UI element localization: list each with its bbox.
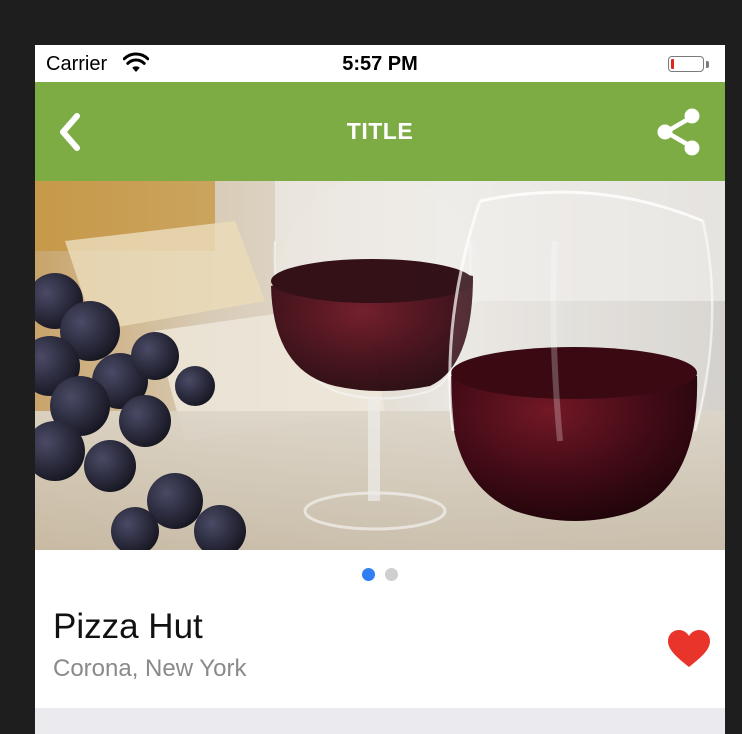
phone-screen: Carrier 5:57 PM TITLE Pizza Hut Corona, … xyxy=(35,45,725,734)
page-dot-active[interactable] xyxy=(362,568,375,581)
section-divider xyxy=(35,708,725,734)
navigation-bar: TITLE xyxy=(35,82,725,181)
status-bar: Carrier 5:57 PM xyxy=(35,45,725,82)
hero-image[interactable] xyxy=(35,181,725,550)
page-dot[interactable] xyxy=(385,568,398,581)
battery-tip xyxy=(706,61,709,68)
heart-icon[interactable] xyxy=(667,629,711,669)
battery-icon xyxy=(668,56,704,72)
page-indicator xyxy=(35,568,725,582)
share-icon[interactable] xyxy=(655,106,703,158)
page-title: TITLE xyxy=(346,118,414,144)
battery-level xyxy=(671,59,674,69)
place-location: Corona, New York xyxy=(53,655,247,682)
clock: 5:57 PM xyxy=(342,53,418,75)
place-name: Pizza Hut xyxy=(53,607,203,646)
wine-glasses-photo xyxy=(35,181,725,550)
